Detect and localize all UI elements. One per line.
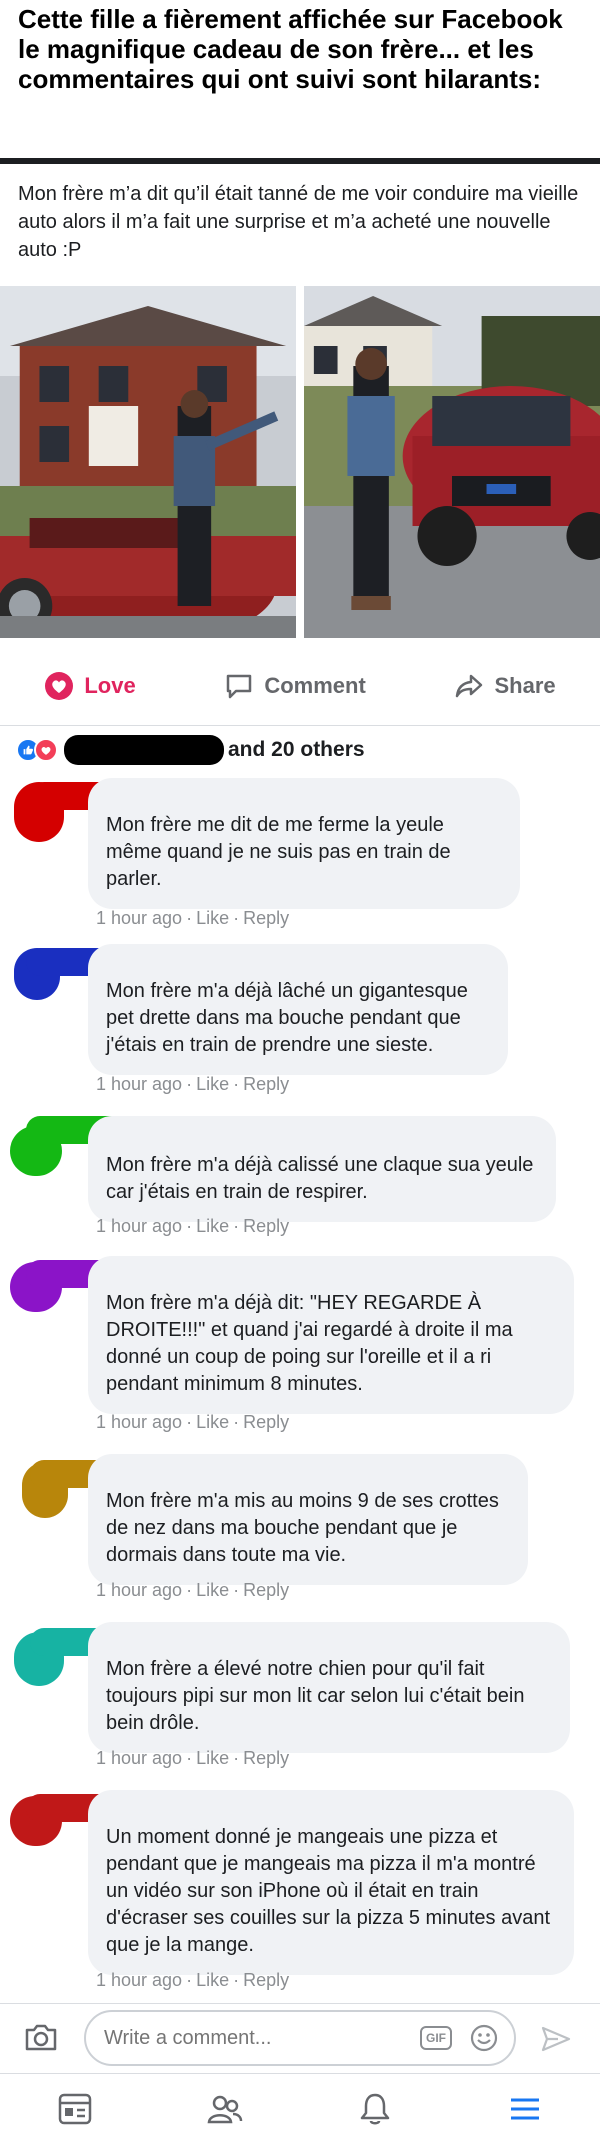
redacted-names bbox=[64, 735, 224, 765]
send-icon[interactable] bbox=[540, 2024, 572, 2054]
post-photos[interactable] bbox=[0, 286, 600, 638]
reactions-count-text: and 20 others bbox=[228, 738, 365, 761]
comment-reply-link[interactable]: Reply bbox=[243, 1412, 289, 1432]
comment-meta: 1 hour ago · Like · Reply bbox=[96, 1970, 290, 1990]
comment-text: Un moment donné je mangeais une pizza et… bbox=[106, 1826, 551, 1956]
comment-time: 1 hour ago bbox=[96, 908, 183, 928]
comment-time: 1 hour ago bbox=[96, 1748, 183, 1768]
photo-right[interactable] bbox=[304, 286, 600, 638]
comment-bubble: Mon frère m'a déjà dit: "HEY REGARDE À D… bbox=[88, 1256, 574, 1414]
comment-time: 1 hour ago bbox=[96, 1580, 183, 1600]
gif-button[interactable]: GIF bbox=[420, 2026, 452, 2050]
comment-time: 1 hour ago bbox=[96, 1970, 183, 1990]
comment-time: 1 hour ago bbox=[96, 1074, 183, 1094]
comment-meta: 1 hour ago · Like · Reply bbox=[96, 1580, 290, 1600]
friends-icon[interactable] bbox=[205, 2089, 245, 2129]
comment-bubble: Mon frère a élevé notre chien pour qu'il… bbox=[88, 1622, 570, 1753]
comment-reply-link[interactable]: Reply bbox=[243, 1970, 289, 1990]
post-text: Mon frère m’a dit qu’il était tanné de m… bbox=[18, 183, 579, 261]
love-reaction-icon bbox=[34, 738, 58, 762]
comment-like-link[interactable]: Like bbox=[196, 1412, 229, 1432]
comment-reply-link[interactable]: Reply bbox=[243, 1748, 289, 1768]
comment-meta: 1 hour ago · Like · Reply bbox=[96, 908, 290, 928]
comment-like-link[interactable]: Like bbox=[196, 1970, 229, 1990]
photo-left-image bbox=[0, 286, 296, 638]
comment-bubble: Mon frère me dit de me ferme la yeule mê… bbox=[88, 778, 520, 909]
comment-meta: 1 hour ago · Like · Reply bbox=[96, 1748, 290, 1768]
photo-right-image bbox=[304, 286, 600, 638]
comment-like-link[interactable]: Like bbox=[196, 1580, 229, 1600]
reactions-summary[interactable]: and 20 others bbox=[16, 732, 365, 768]
comment-reply-link[interactable]: Reply bbox=[243, 908, 289, 928]
headline: Cette fille a fièrement affichée sur Fac… bbox=[18, 4, 563, 94]
share-arrow-icon bbox=[456, 674, 483, 697]
comment-text: Mon frère a élevé notre chien pour qu'il… bbox=[106, 1658, 525, 1734]
comment-text: Mon frère me dit de me ferme la yeule mê… bbox=[106, 814, 451, 890]
notifications-icon[interactable] bbox=[355, 2089, 395, 2129]
comment-bubble: Mon frère m'a déjà lâché un gigantesque … bbox=[88, 944, 508, 1075]
heart-icon bbox=[45, 671, 74, 700]
comment-reply-link[interactable]: Reply bbox=[243, 1216, 289, 1236]
comment-text: Mon frère m'a mis au moins 9 de ses crot… bbox=[106, 1490, 499, 1566]
news-feed-icon[interactable] bbox=[55, 2089, 95, 2129]
comment-like-link[interactable]: Like bbox=[196, 1748, 229, 1768]
bottom-tab-bar bbox=[0, 2073, 600, 2143]
comment-time: 1 hour ago bbox=[96, 1412, 183, 1432]
camera-icon[interactable] bbox=[24, 2022, 58, 2052]
comment-reply-link[interactable]: Reply bbox=[243, 1074, 289, 1094]
emoji-icon[interactable] bbox=[470, 2024, 498, 2052]
comment-meta: 1 hour ago · Like · Reply bbox=[96, 1074, 290, 1094]
comment-meta: 1 hour ago · Like · Reply bbox=[96, 1216, 290, 1236]
comment-bubble: Mon frère m'a mis au moins 9 de ses crot… bbox=[88, 1454, 528, 1585]
comment-bubble: Un moment donné je mangeais une pizza et… bbox=[88, 1790, 574, 1975]
comment-reply-link[interactable]: Reply bbox=[243, 1580, 289, 1600]
share-button[interactable]: Share bbox=[454, 671, 556, 701]
divider bbox=[0, 158, 600, 164]
share-label: Share bbox=[494, 672, 556, 698]
comment-bubble: Mon frère m'a déjà calissé une claque su… bbox=[88, 1116, 556, 1222]
comment-label: Comment bbox=[264, 672, 366, 698]
love-label: Love bbox=[84, 672, 136, 698]
comment-like-link[interactable]: Like bbox=[196, 908, 229, 928]
comment-time: 1 hour ago bbox=[96, 1216, 183, 1236]
post-action-bar: Love Comment Share bbox=[0, 646, 600, 726]
comment-like-link[interactable]: Like bbox=[196, 1216, 229, 1236]
comment-button[interactable]: Comment bbox=[224, 671, 366, 701]
comment-meta: 1 hour ago · Like · Reply bbox=[96, 1412, 290, 1432]
comment-text: Mon frère m'a déjà lâché un gigantesque … bbox=[106, 980, 468, 1056]
menu-icon[interactable] bbox=[505, 2089, 545, 2129]
comment-text: Mon frère m'a déjà calissé une claque su… bbox=[106, 1154, 534, 1203]
love-button[interactable]: Love bbox=[44, 671, 136, 701]
photo-left[interactable] bbox=[0, 286, 296, 638]
comment-like-link[interactable]: Like bbox=[196, 1074, 229, 1094]
speech-bubble-icon bbox=[227, 674, 252, 698]
comment-text: Mon frère m'a déjà dit: "HEY REGARDE À D… bbox=[106, 1292, 513, 1395]
comment-composer: GIF bbox=[0, 2003, 600, 2071]
